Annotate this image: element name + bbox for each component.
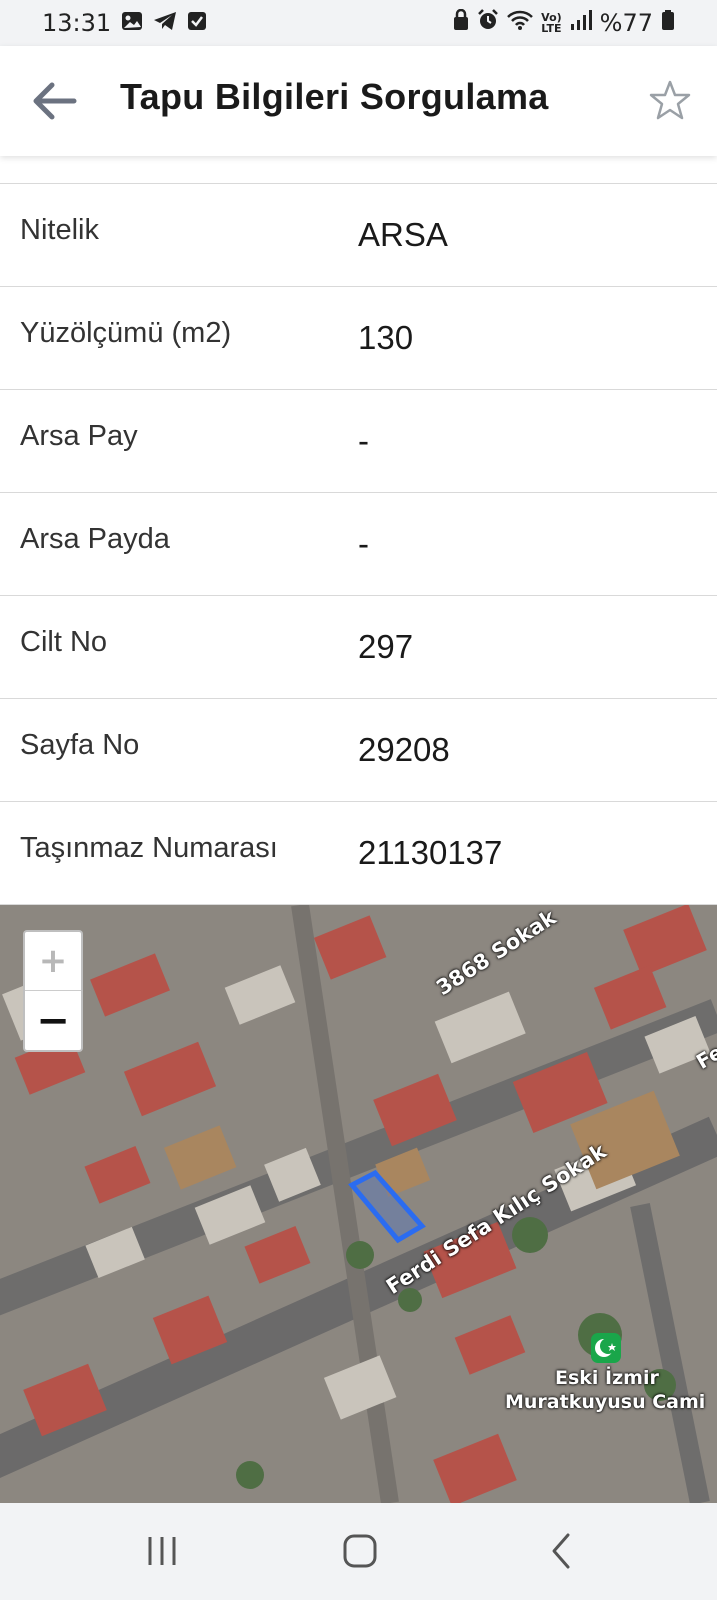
arrow-left-icon — [33, 82, 77, 120]
status-right: Vo) LTE %77 — [453, 8, 675, 37]
telegram-icon — [153, 9, 177, 37]
recents-icon — [148, 1537, 176, 1565]
detail-label: Sayfa No — [20, 729, 140, 761]
volte-icon: Vo) LTE — [541, 11, 562, 35]
battery-icon — [661, 9, 675, 37]
battery-percentage: %77 — [599, 9, 653, 37]
detail-row-tasinmaz-numarasi: Taşınmaz Numarası 21130137 — [0, 802, 717, 905]
app-bar: Tapu Bilgileri Sorgulama — [0, 46, 717, 156]
system-nav-bar — [0, 1503, 717, 1600]
satellite-imagery — [0, 905, 717, 1503]
detail-value: 297 — [358, 628, 414, 665]
detail-value: - — [358, 525, 369, 562]
detail-row-nitelik: Nitelik ARSA — [0, 184, 717, 287]
signal-icon — [570, 9, 592, 37]
detail-label: Nitelik — [20, 214, 99, 246]
lock-icon — [453, 8, 469, 37]
detail-value: 21130137 — [358, 834, 503, 871]
mosque-poi-icon[interactable] — [591, 1333, 621, 1363]
zoom-in-button[interactable]: + — [25, 932, 81, 991]
detail-label: Arsa Pay — [20, 420, 138, 452]
detail-value: - — [358, 422, 369, 459]
gallery-icon — [121, 9, 143, 37]
zoom-out-button[interactable]: − — [25, 991, 81, 1050]
home-icon — [343, 1534, 377, 1568]
status-time: 13:31 — [42, 9, 112, 37]
poi-label-line-1: Eski İzmir — [555, 1367, 659, 1389]
detail-label: Arsa Payda — [20, 523, 170, 555]
star-outline-icon — [649, 80, 691, 120]
detail-label: Yüzölçümü (m2) — [20, 317, 232, 349]
list-top-divider — [0, 156, 717, 184]
back-chevron-icon — [552, 1533, 570, 1569]
wifi-icon — [507, 9, 534, 37]
detail-row-arsa-payda: Arsa Payda - — [0, 493, 717, 596]
detail-value: ARSA — [358, 216, 448, 253]
detail-row-cilt-no: Cilt No 297 — [0, 596, 717, 699]
property-details-list: Nitelik ARSA Yüzölçümü (m2) 130 Arsa Pay… — [0, 156, 717, 905]
detail-row-arsa-pay: Arsa Pay - — [0, 390, 717, 493]
home-button[interactable] — [338, 1531, 382, 1571]
map-view[interactable]: + − 3868 Sokak Ferdi Sefa Kılıç Sokak Fe… — [0, 905, 717, 1503]
alarm-icon — [477, 9, 499, 37]
network-type: LTE — [541, 22, 562, 35]
detail-label: Taşınmaz Numarası — [20, 832, 278, 864]
status-left: 13:31 — [42, 9, 207, 37]
detail-value: 130 — [358, 319, 414, 356]
status-bar: 13:31 Vo) LTE %77 — [0, 0, 717, 46]
recents-button[interactable] — [140, 1531, 184, 1571]
system-back-button[interactable] — [540, 1531, 584, 1571]
detail-label: Cilt No — [20, 626, 108, 658]
checkbox-icon — [187, 9, 207, 37]
detail-row-sayfa-no: Sayfa No 29208 — [0, 699, 717, 802]
back-button[interactable] — [30, 79, 80, 123]
favorite-button[interactable] — [648, 78, 692, 122]
detail-value: 29208 — [358, 731, 450, 768]
page-title: Tapu Bilgileri Sorgulama — [120, 76, 549, 117]
zoom-controls: + − — [23, 930, 83, 1052]
detail-row-yuzolcumu: Yüzölçümü (m2) 130 — [0, 287, 717, 390]
poi-label-line-2: Muratkuyusu Cami — [505, 1391, 706, 1413]
